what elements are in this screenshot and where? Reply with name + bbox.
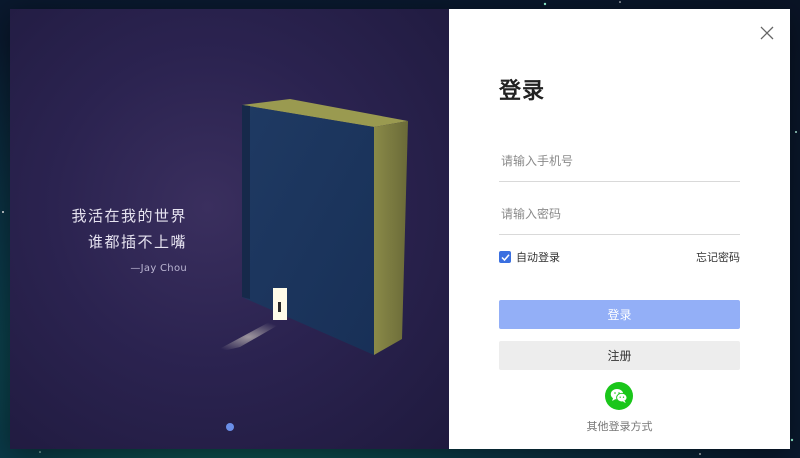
login-form-panel: 登录 自动登录 忘记密码 登录 注册 bbox=[449, 9, 790, 449]
check-icon bbox=[500, 253, 510, 261]
register-button[interactable]: 注册 bbox=[499, 341, 740, 370]
forgot-password-link[interactable]: 忘记密码 bbox=[696, 249, 740, 265]
close-icon bbox=[760, 26, 774, 40]
page-title: 登录 bbox=[499, 79, 546, 104]
other-login-methods-label: 其他登录方式 bbox=[586, 420, 653, 433]
password-input[interactable] bbox=[499, 194, 740, 234]
login-dialog: 我活在我的世界 谁都插不上嘴 —Jay Chou 登录 请输入手机号 自动登录 … bbox=[10, 9, 790, 449]
quote-author: —Jay Chou bbox=[130, 263, 187, 274]
wechat-login-button[interactable] bbox=[605, 382, 633, 410]
wechat-icon bbox=[610, 389, 628, 403]
quote-line-2: 谁都插不上嘴 bbox=[87, 233, 187, 251]
carousel-dot-active[interactable] bbox=[226, 423, 234, 431]
password-field bbox=[499, 194, 740, 235]
hero-illustration-panel: 我活在我的世界 谁都插不上嘴 —Jay Chou bbox=[10, 9, 449, 449]
quote-block: 我活在我的世界 谁都插不上嘴 —Jay Chou bbox=[71, 203, 187, 274]
login-options: 自动登录 忘记密码 bbox=[499, 249, 740, 265]
close-button[interactable] bbox=[760, 26, 774, 40]
auto-login-label: 自动登录 bbox=[516, 251, 560, 264]
phone-input[interactable] bbox=[499, 141, 740, 181]
auto-login-checkbox[interactable] bbox=[499, 251, 511, 263]
quote-line-1: 我活在我的世界 bbox=[71, 207, 187, 225]
login-button[interactable]: 登录 bbox=[499, 300, 740, 329]
phone-field bbox=[499, 141, 740, 182]
auto-login-toggle[interactable]: 自动登录 bbox=[499, 249, 560, 265]
